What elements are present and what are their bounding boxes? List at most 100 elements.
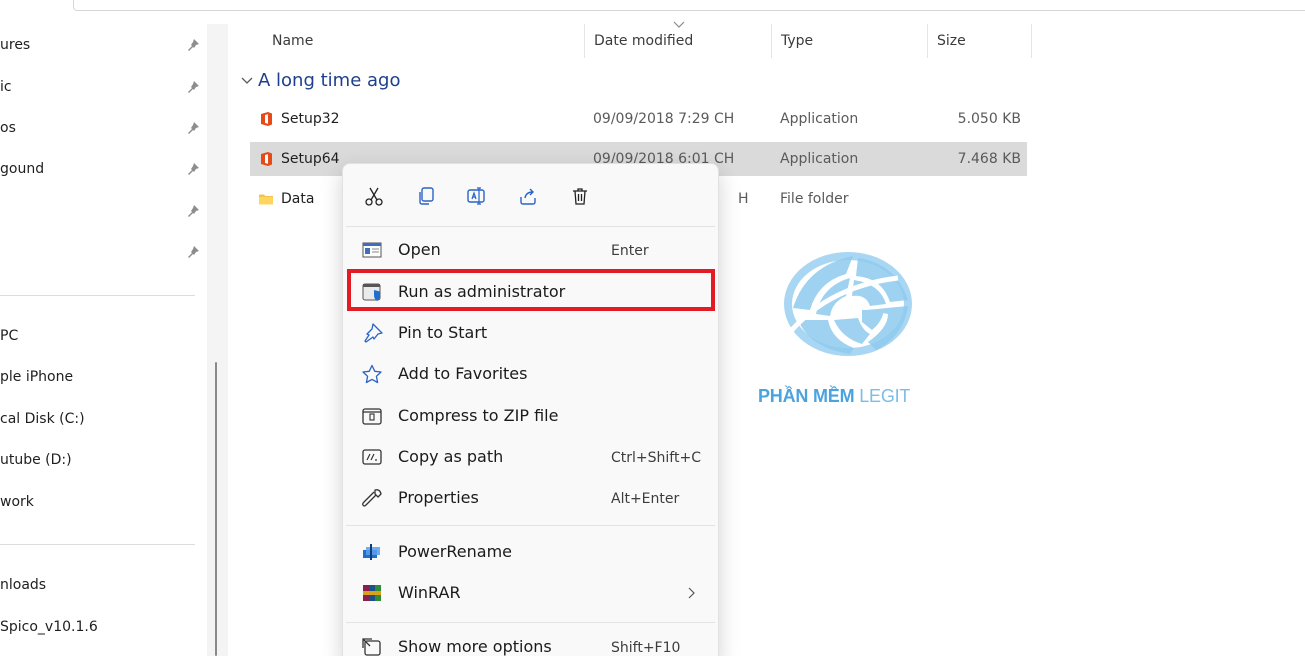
- file-row-setup32[interactable]: Setup32 09/09/2018 7:29 CH Application 5…: [250, 102, 1027, 136]
- watermark-text-bold: PHẦN MỀM: [758, 386, 855, 406]
- group-header[interactable]: A long time ago: [240, 70, 400, 91]
- file-size: 7.468 KB: [957, 151, 1021, 167]
- nav-item-network[interactable]: work: [0, 487, 205, 517]
- menu-item-properties[interactable]: Properties Alt+Enter: [349, 480, 714, 516]
- file-date: H: [738, 191, 749, 207]
- nav-item-label: ic: [0, 79, 12, 95]
- nav-item-local-disk-c[interactable]: cal Disk (C:): [0, 404, 205, 434]
- watermark-logo: PHẦN MỀM LEGIT: [758, 248, 938, 414]
- delete-icon: [573, 188, 587, 205]
- menu-item-label: Open: [398, 240, 441, 259]
- folder-icon: [259, 194, 273, 205]
- menu-item-shortcut: Ctrl+Shift+C: [611, 450, 701, 466]
- highlight-box-run-as-administrator: [347, 269, 715, 311]
- column-header-size[interactable]: Size: [937, 32, 966, 66]
- nav-item-label: utube (D:): [0, 452, 72, 468]
- menu-item-label: Compress to ZIP file: [398, 406, 559, 425]
- nav-item-youtube-d[interactable]: utube (D:): [0, 445, 205, 475]
- pin-icon: [188, 81, 199, 93]
- sort-caret-icon: [673, 21, 685, 28]
- pin-icon: [188, 205, 199, 217]
- chevron-down-icon: [241, 77, 253, 84]
- zip-icon: [362, 408, 382, 425]
- column-header-name[interactable]: Name: [272, 32, 313, 66]
- nav-item-background[interactable]: gound: [0, 154, 205, 184]
- menu-item-label: Show more options: [398, 637, 552, 656]
- top-bar: [0, 0, 1305, 12]
- office-icon: [261, 112, 272, 126]
- column-divider[interactable]: [1031, 24, 1032, 58]
- menu-item-show-more-options[interactable]: Show more options Shift+F10: [349, 629, 714, 656]
- office-icon: [261, 152, 272, 166]
- column-divider[interactable]: [771, 24, 772, 58]
- menu-item-add-to-favorites[interactable]: Add to Favorites: [349, 356, 714, 392]
- nav-item-music[interactable]: ic: [0, 72, 205, 102]
- share-icon: [520, 188, 536, 205]
- group-label: A long time ago: [258, 70, 401, 91]
- cut-icon: [365, 187, 383, 206]
- nav-item-this-pc[interactable]: PC: [0, 321, 205, 351]
- star-icon: [362, 364, 382, 384]
- nav-item-label: nloads: [0, 577, 47, 593]
- cut-button[interactable]: [357, 179, 391, 213]
- column-header-type[interactable]: Type: [781, 32, 813, 66]
- menu-item-shortcut: Shift+F10: [611, 640, 681, 656]
- menu-divider: [346, 622, 715, 623]
- nav-divider: [0, 544, 195, 545]
- file-type: Application: [780, 111, 859, 127]
- menu-item-shortcut: Alt+Enter: [611, 491, 680, 507]
- nav-item-apple-iphone[interactable]: ple iPhone: [0, 362, 205, 392]
- globe-logo-icon: [775, 252, 912, 356]
- menu-item-label: Pin to Start: [398, 323, 488, 342]
- file-size: 5.050 KB: [957, 111, 1021, 127]
- path-icon: [362, 449, 382, 465]
- delete-button[interactable]: [563, 179, 597, 213]
- copy-icon: [419, 187, 434, 205]
- scrollbar-thumb[interactable]: [215, 362, 217, 656]
- file-type: File folder: [780, 191, 849, 207]
- nav-item-label: ple iPhone: [0, 369, 74, 385]
- open-icon: [362, 242, 382, 258]
- menu-item-label: PowerRename: [398, 542, 512, 561]
- menu-item-label: Copy as path: [398, 447, 504, 466]
- menu-item-label: Add to Favorites: [398, 364, 528, 383]
- menu-item-open[interactable]: Open Enter: [349, 232, 714, 268]
- menu-item-powerrename[interactable]: PowerRename: [349, 534, 714, 570]
- navigation-pane: ures ic os gound PC ple iPhone cal Disk …: [0, 24, 208, 656]
- menu-item-shortcut: Enter: [611, 243, 649, 259]
- menu-item-pin-to-start[interactable]: Pin to Start: [349, 315, 714, 351]
- share-button[interactable]: [511, 179, 545, 213]
- menu-item-copy-as-path[interactable]: Copy as path Ctrl+Shift+C: [349, 439, 714, 475]
- nav-item-pictures[interactable]: ures: [0, 30, 205, 60]
- rename-icon: [467, 187, 485, 205]
- copy-button[interactable]: [409, 179, 443, 213]
- column-header-date[interactable]: Date modified: [594, 32, 693, 66]
- nav-item-pinned-6[interactable]: [0, 237, 205, 267]
- file-date: 09/09/2018 7:29 CH: [593, 111, 735, 127]
- menu-item-label: Properties: [398, 488, 479, 507]
- winrar-icon: [363, 585, 381, 601]
- nav-item-downloads[interactable]: nloads: [0, 570, 205, 600]
- nav-scrollbar[interactable]: [207, 24, 228, 656]
- context-menu: Open Enter Run as administrator Pin to S…: [342, 163, 719, 656]
- nav-divider: [0, 295, 195, 296]
- pin-icon: [188, 39, 199, 51]
- more-options-icon: [362, 638, 381, 656]
- nav-item-label: ures: [0, 37, 31, 53]
- rename-button[interactable]: [459, 179, 493, 213]
- watermark-text-light: LEGIT: [859, 386, 911, 406]
- chevron-right-icon: [688, 587, 695, 599]
- address-bar[interactable]: [73, 0, 1305, 11]
- file-name: Setup64: [281, 151, 340, 167]
- nav-item-pinned-5[interactable]: [0, 196, 205, 226]
- column-divider[interactable]: [927, 24, 928, 58]
- menu-item-winrar[interactable]: WinRAR: [349, 575, 714, 611]
- nav-item-label: os: [0, 120, 16, 136]
- nav-item-videos[interactable]: os: [0, 113, 205, 143]
- column-divider[interactable]: [584, 24, 585, 58]
- pin-icon: [188, 122, 199, 134]
- nav-item-kmspico[interactable]: Spico_v10.1.6: [0, 612, 205, 642]
- powerrename-icon: [363, 544, 380, 560]
- menu-item-compress-to-zip[interactable]: Compress to ZIP file: [349, 398, 714, 434]
- pin-icon: [364, 323, 383, 343]
